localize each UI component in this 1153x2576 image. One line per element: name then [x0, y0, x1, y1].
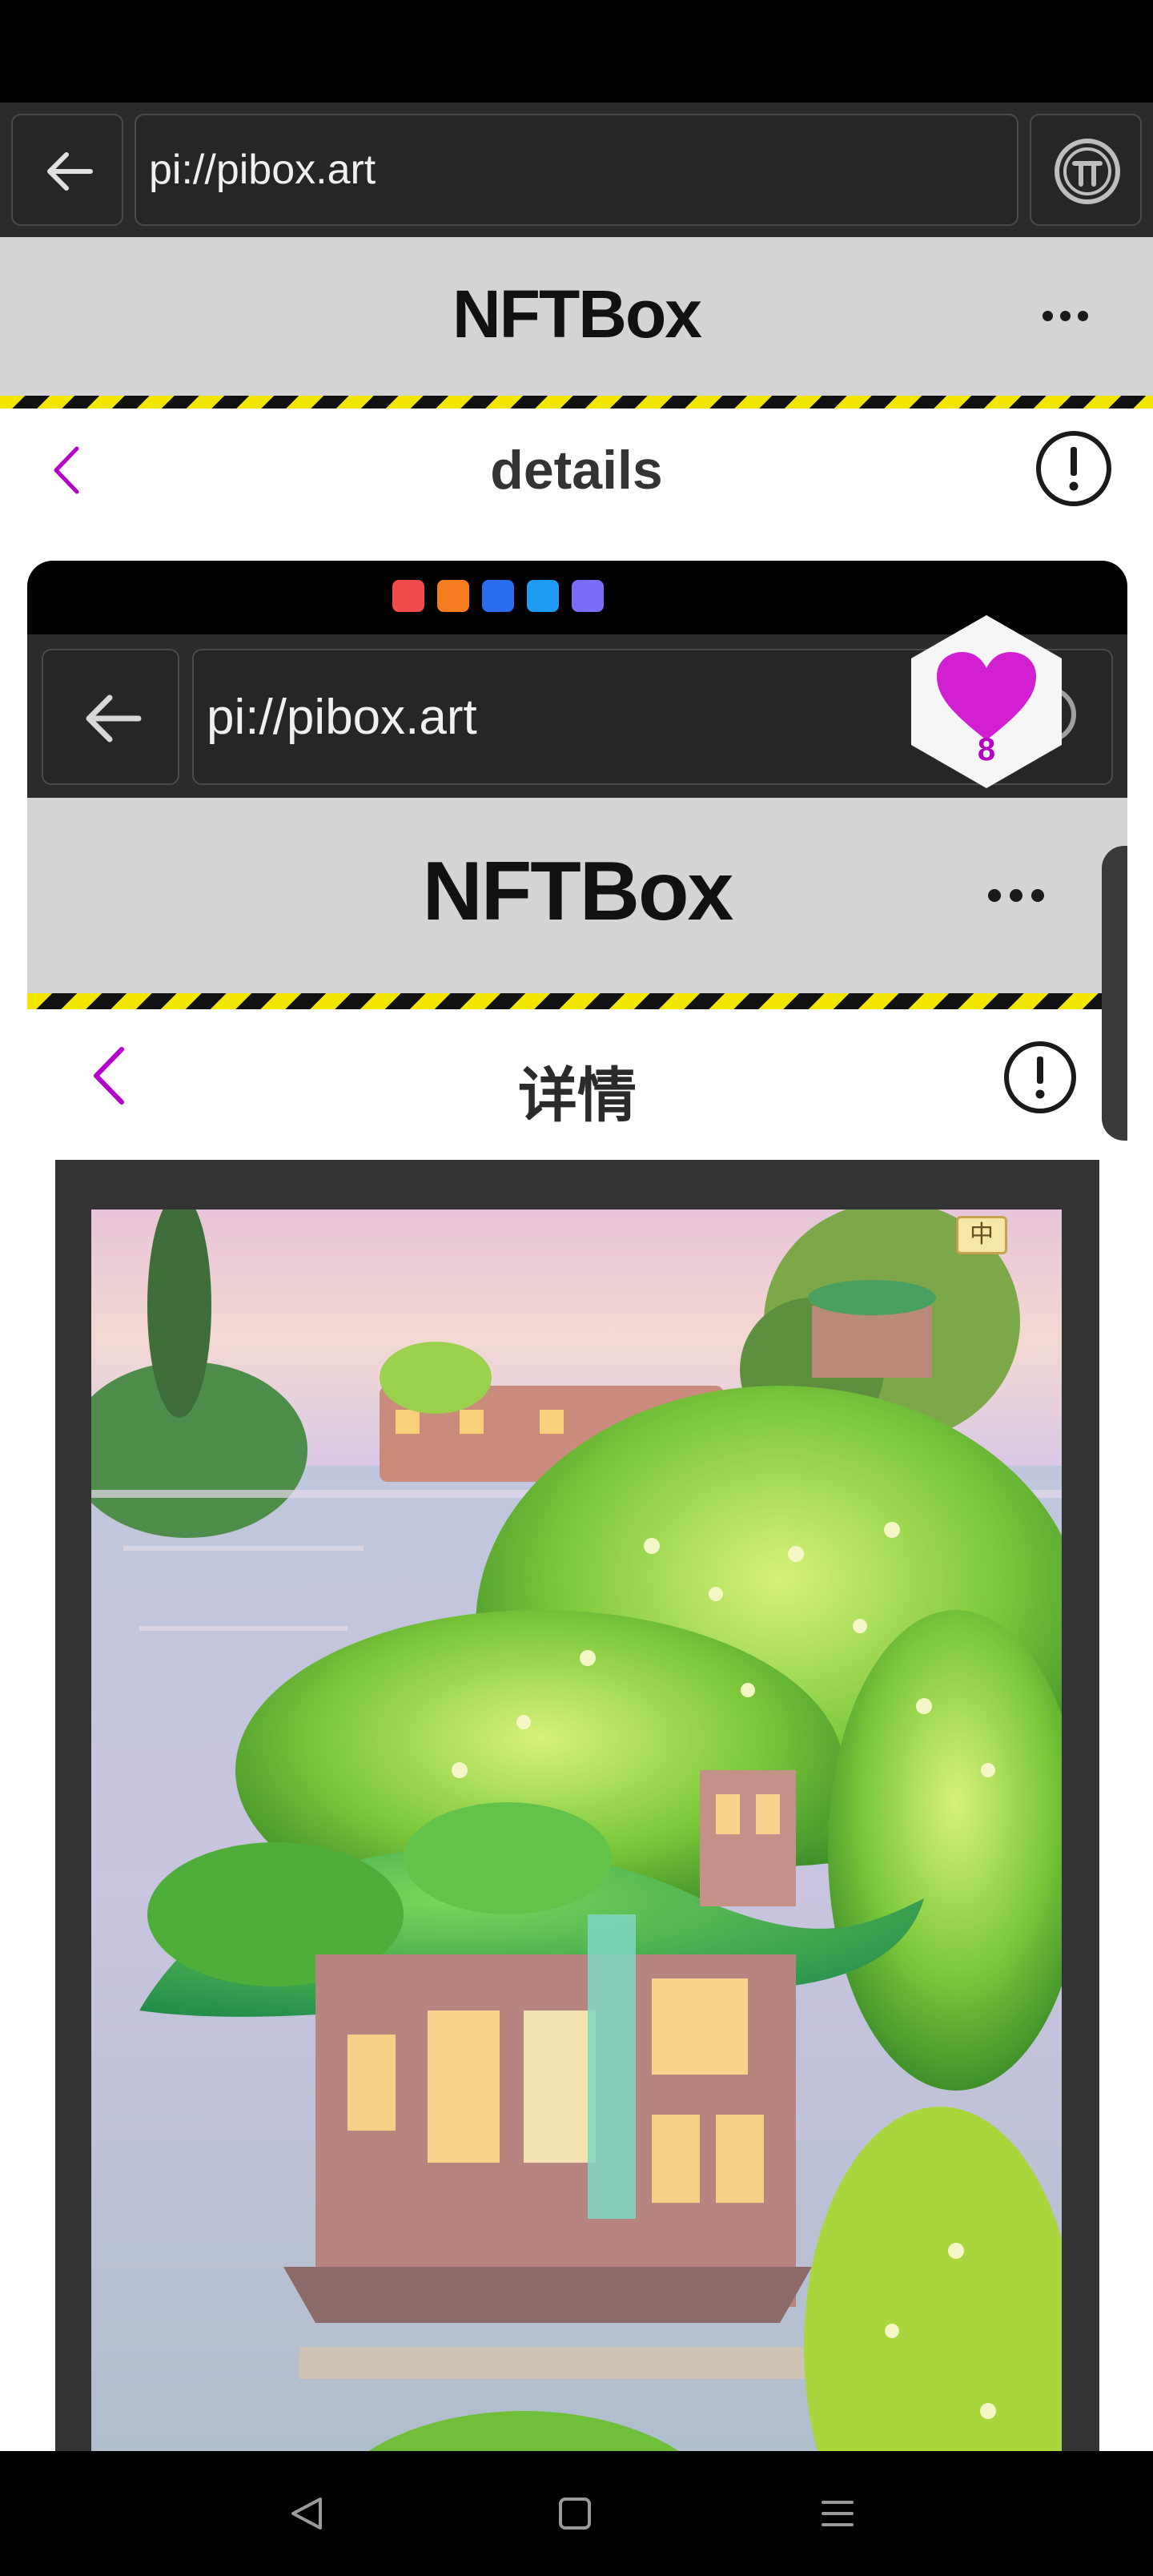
app-title: NFTBox [452, 276, 702, 352]
like-button[interactable]: 8 [897, 612, 1076, 791]
system-nav-bar [0, 2451, 1153, 2576]
browser-url-field[interactable]: pi://pibox.art [135, 114, 1018, 226]
embedded-hazard-stripe [27, 993, 1102, 1009]
status-bar [0, 0, 1153, 103]
scroll-handle[interactable] [1102, 846, 1127, 1141]
more-dots-icon[interactable] [1043, 311, 1088, 321]
square-home-icon[interactable] [557, 2496, 593, 2531]
browser-url-text: pi://pibox.art [149, 147, 376, 193]
embedded-back-button [42, 649, 179, 785]
embedded-app-title: NFTBox [422, 845, 734, 938]
embedded-url-text: pi://pibox.art [207, 689, 477, 745]
hamburger-menu-icon[interactable] [820, 2496, 855, 2531]
chevron-left-icon[interactable] [46, 442, 86, 498]
embedded-page-title: 详情 [518, 1062, 637, 1129]
app-header: NFTBox [0, 237, 1153, 396]
translate-badge: 中 [956, 1216, 1007, 1254]
like-count: 8 [977, 732, 996, 767]
browser-toolbar: pi://pibox.art [0, 103, 1153, 237]
exclamation-circle-icon [1004, 1041, 1076, 1113]
screen: pi://pibox.art NFTBox details pi://pibox… [0, 0, 1153, 2576]
app-icon-orange [437, 580, 469, 612]
browser-back-button[interactable] [11, 114, 123, 226]
pi-browser-menu-button[interactable] [1030, 114, 1142, 226]
more-dots-icon [988, 889, 1044, 902]
details-title: details [490, 440, 663, 501]
arrow-left-icon [86, 694, 142, 743]
hazard-stripe [0, 396, 1153, 409]
heart-icon [937, 652, 1036, 740]
arrow-left-icon [47, 152, 93, 191]
nft-artwork-image[interactable] [91, 1210, 1062, 2576]
embedded-app-header: NFTBox [27, 798, 1127, 993]
app-icon-music [572, 580, 604, 612]
app-icon-red [392, 580, 424, 612]
chevron-left-icon [94, 1047, 124, 1105]
exclamation-circle-icon[interactable] [1034, 429, 1113, 508]
app-icon-search [527, 580, 559, 612]
pi-logo-icon [1055, 139, 1120, 204]
triangle-back-icon[interactable] [288, 2494, 325, 2533]
nft-screenshot-card[interactable]: pi://pibox.art NFTBox 详情 中 8 [27, 561, 1127, 2576]
app-icon-bulb [482, 580, 514, 612]
